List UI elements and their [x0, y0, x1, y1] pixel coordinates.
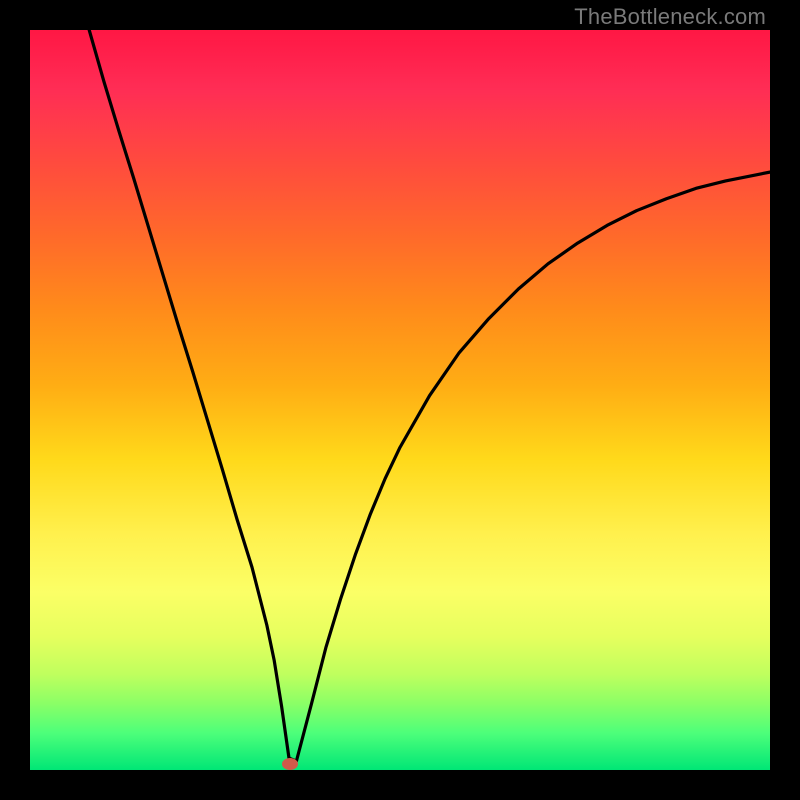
plot-area — [30, 30, 770, 770]
watermark-text: TheBottleneck.com — [574, 4, 766, 30]
bottleneck-curve — [30, 30, 770, 770]
chart-frame: TheBottleneck.com — [0, 0, 800, 800]
